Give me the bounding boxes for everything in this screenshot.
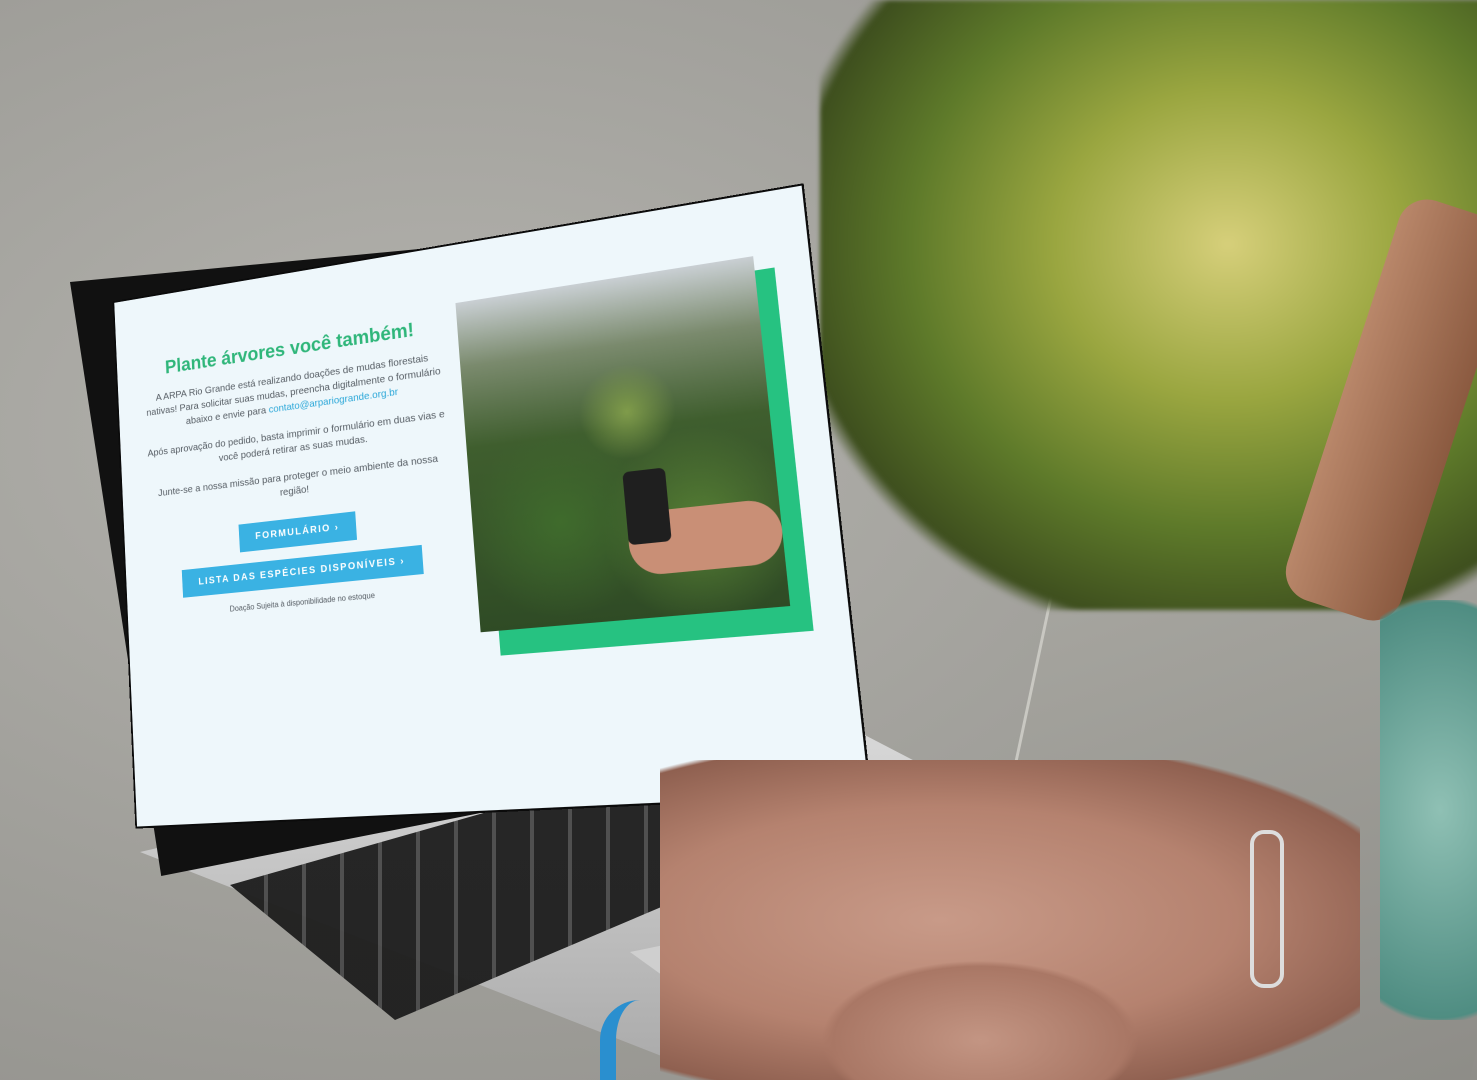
species-list-button-label: LISTA DAS ESPÉCIES DISPONÍVEIS [198,556,397,588]
bracelet [1250,830,1284,988]
photo-scene: Plante árvores você também! A ARPA Rio G… [0,0,1477,1080]
donation-content: Plante árvores você também! A ARPA Rio G… [139,315,464,621]
person-sleeve [1380,600,1477,1020]
lower-hand [820,960,1140,1080]
seedling-photo-frame [455,254,814,656]
form-button-label: FORMULÁRIO [255,522,332,543]
chevron-right-icon: › [334,522,340,534]
chevron-right-icon: › [399,555,406,568]
form-button[interactable]: FORMULÁRIO › [238,511,357,553]
seedling-pot [622,467,672,546]
seedling-photo [455,256,791,633]
